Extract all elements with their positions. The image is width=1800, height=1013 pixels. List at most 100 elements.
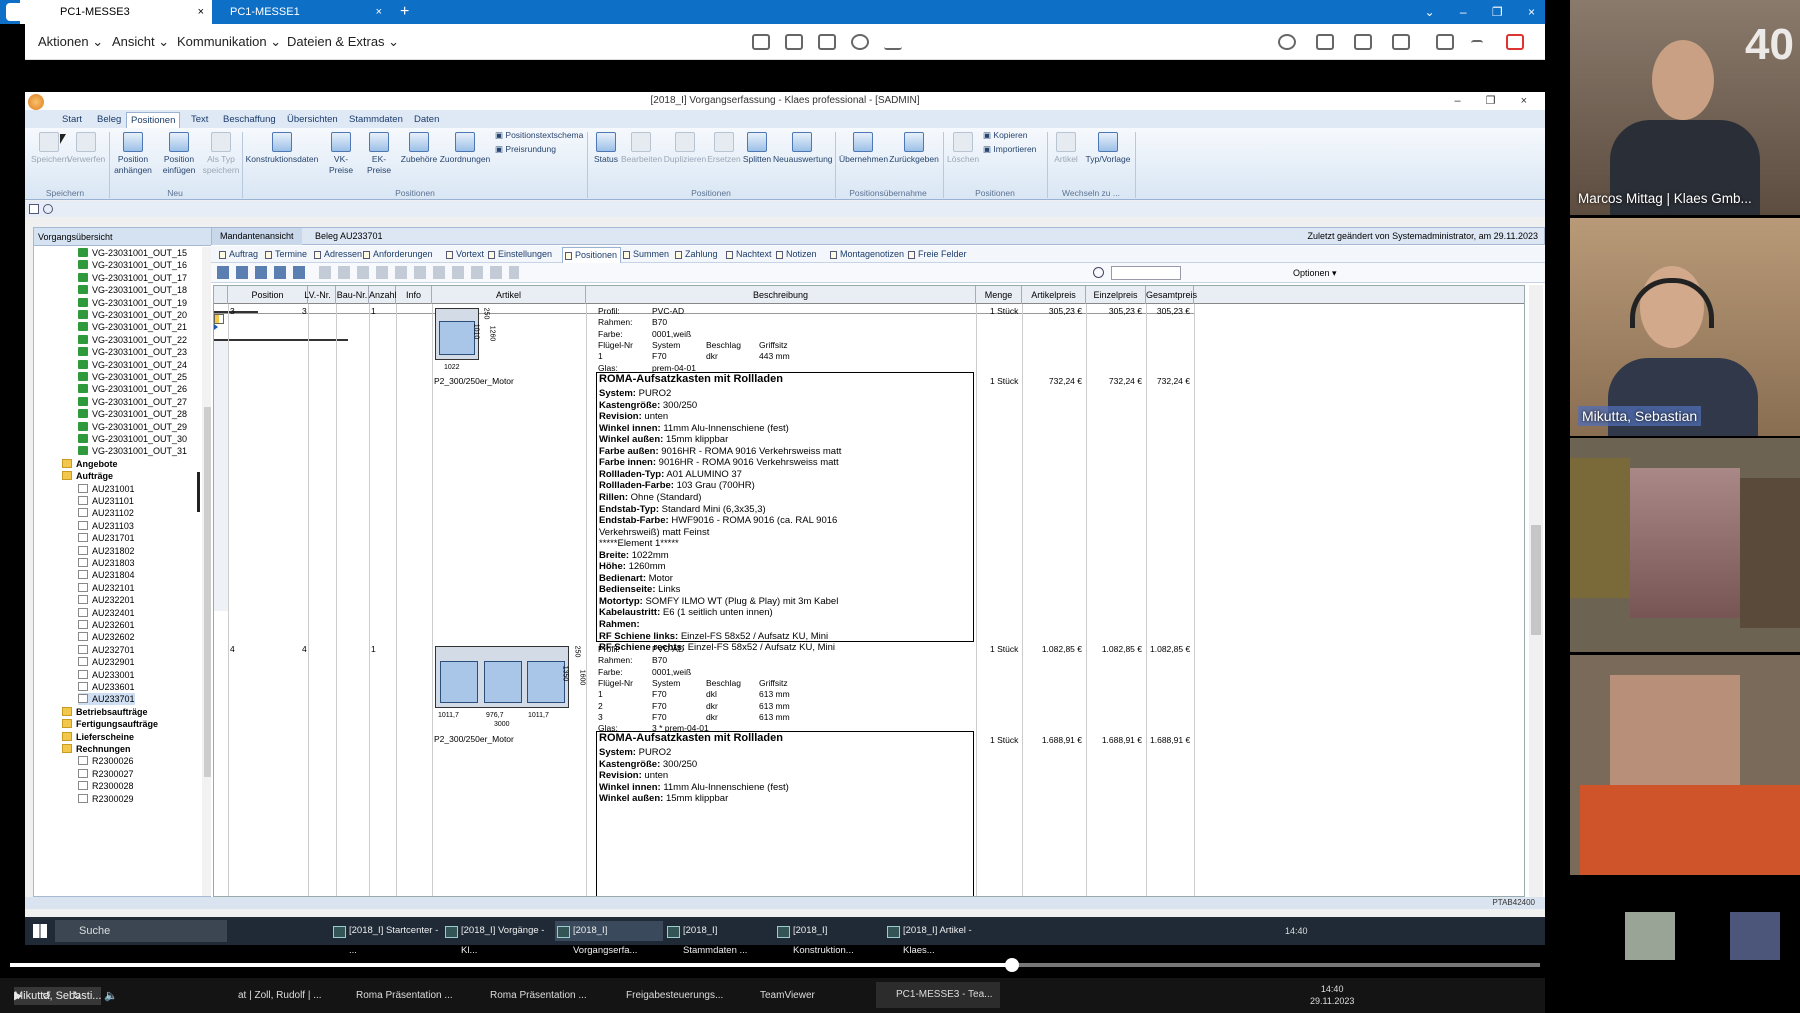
subtab-nachtext[interactable]: Nachtext [724,247,775,262]
tree-item[interactable]: AU232201 [78,594,135,606]
loeschen-button[interactable]: Löschen [947,132,979,165]
ribbon-tab-start[interactable]: Start [58,112,86,128]
verwerfen-button[interactable]: Verwerfen [67,132,105,165]
tree-item[interactable]: Rechnungen [62,743,131,755]
tree-item[interactable]: AU231103 [78,520,134,532]
kopieren-button[interactable]: ▣ Kopieren [983,130,1043,141]
dashboard-icon[interactable] [752,34,770,50]
subtab-termine[interactable]: Termine [263,247,310,262]
description-box[interactable]: ROMA-Aufsatzkasten mit Rollladen System: … [596,372,974,653]
tree-item[interactable]: AU231804 [78,569,135,581]
grid-header-cell[interactable]: Einzelpreis [1086,286,1146,304]
tree-item[interactable]: VG-23031001_OUT_20 [78,309,187,321]
grid-header-cell[interactable]: Info [396,286,432,304]
splitten-button[interactable]: Splitten [741,132,773,165]
tree-item[interactable]: VG-23031001_OUT_27 [78,396,187,408]
positionstextschema-button[interactable]: ▣ Positionstextschema [495,130,585,141]
ek-preise-button[interactable]: EK-Preise [361,132,397,176]
subtab-einstellungen[interactable]: Einstellungen [486,247,555,262]
tree-item[interactable]: Fertigungsaufträge [62,718,158,730]
local-taskbar-item[interactable]: Freigabesteuerungs... [606,987,723,1005]
pane-splitter[interactable] [197,472,200,512]
tree-item[interactable]: Aufträge [62,470,113,482]
subtab-zahlung[interactable]: Zahlung [673,247,721,262]
tree-item[interactable]: VG-23031001_OUT_18 [78,284,187,296]
grid-search-input[interactable] [1111,266,1181,280]
chevron-up-icon[interactable] [1471,40,1483,46]
keyboard-icon[interactable] [785,34,803,50]
app-window-controls[interactable]: – ❐ × [1454,92,1527,110]
zurueckgeben-button[interactable]: Zurückgeben [889,132,939,165]
optionen-dropdown[interactable]: Optionen ▾ [1293,265,1337,281]
tree-item[interactable]: AU233601 [78,681,135,693]
tab-pc1-messe3[interactable]: PC1-MESSE3 × [20,0,212,24]
local-taskbar-item[interactable]: Roma Präsentation ... [470,987,587,1005]
zuordnungen-button[interactable]: Zuordnungen [439,132,491,165]
tree-item[interactable]: R2300027 [78,768,134,780]
grid-scrollbar[interactable] [1529,285,1543,897]
menu-ansicht[interactable]: Ansicht ⌄ [112,24,169,60]
screenshot-icon[interactable] [1392,34,1410,50]
bearbeiten-button[interactable]: Bearbeiten [621,132,662,165]
taskbar-search[interactable]: Suche [55,920,227,942]
taskbar-item[interactable]: [2018_I] Vorgangserfa... [555,921,663,956]
tree-item[interactable]: AU232101 [78,582,135,594]
grid-tool-icons[interactable] [217,266,307,279]
subtab-positionen[interactable]: Positionen [562,247,622,264]
participant-tile-3[interactable] [1570,438,1800,652]
neuauswertung-button[interactable]: Neuauswertung [773,132,833,165]
ribbon-tab-text[interactable]: Text [187,112,212,128]
subtab-notizen[interactable]: Notizen [774,247,820,262]
taskbar-clock[interactable]: 14:40 [1285,917,1308,945]
position-anhaengen-button[interactable]: Position anhängen [111,132,155,176]
mandantenansicht-tab[interactable]: Mandantenansicht [212,228,302,245]
local-taskbar-item[interactable]: TeamViewer [740,987,815,1005]
tree-item[interactable]: AU231802 [78,545,135,557]
subtab-vortext[interactable]: Vortext [444,247,487,262]
local-taskbar-item[interactable]: Roma Präsentation ... [336,987,453,1005]
ribbon-tab-beschaffung[interactable]: Beschaffung [219,112,280,128]
tree-item[interactable]: Lieferscheine [62,731,134,743]
ribbon-tab-daten[interactable]: Daten [410,112,443,128]
tree-item[interactable]: VG-23031001_OUT_30 [78,433,187,445]
taskbar-item[interactable]: [2018_I] Stammdaten ... [665,921,773,956]
typ-vorlage-button[interactable]: Typ/Vorlage [1083,132,1133,165]
taskbar-item[interactable]: [2018_I] Startcenter - ... [331,921,439,956]
download-icon[interactable] [884,34,902,50]
grid-header-cell[interactable]: Bau-Nr. [336,286,369,304]
tree-item[interactable]: AU231803 [78,557,135,569]
menu-dateien-extras[interactable]: Dateien & Extras ⌄ [287,24,399,60]
info-icon[interactable] [214,314,224,324]
tree-item[interactable]: AU231102 [78,507,134,519]
grid-header-cell[interactable]: Position [228,286,308,304]
grid-header-cell[interactable] [214,286,228,304]
app-logo-icon[interactable] [28,94,44,110]
tree-item[interactable]: AU231001 [78,483,135,495]
fullscreen-icon[interactable] [1436,34,1454,50]
tree-item[interactable]: R2300026 [78,755,134,767]
importieren-button[interactable]: ▣ Importieren [983,144,1047,155]
volume-icon[interactable]: 🔈 [104,987,118,1005]
subtab-adressen[interactable]: Adressen [312,247,365,262]
vk-preise-button[interactable]: VK-Preise [323,132,359,176]
tree-item[interactable]: VG-23031001_OUT_24 [78,359,187,371]
subtab-summen[interactable]: Summen [621,247,672,262]
uebernehmen-button[interactable]: Übernehmen [839,132,888,165]
menu-kommunikation[interactable]: Kommunikation ⌄ [177,24,281,60]
tree-item[interactable]: AU232701 [78,644,135,656]
participant-tile-5[interactable] [1570,906,1800,964]
grid-header-cell[interactable]: LV.-Nr. [300,286,336,304]
tree-item[interactable]: AU232601 [78,619,135,631]
taskbar-item[interactable]: [2018_I] Artikel - Klaes... [885,921,993,956]
status-button[interactable]: Status [591,132,621,165]
tree-item[interactable]: AU233701 [78,693,135,706]
whiteboard-icon[interactable] [1354,34,1372,50]
ribbon-tab-uebersichten[interactable]: Übersichten [283,112,342,128]
end-session-icon[interactable] [1506,34,1524,50]
participant-tile-2[interactable]: Mikutta, Sebastian [1570,218,1800,436]
tree-item[interactable]: VG-23031001_OUT_26 [78,383,187,395]
tree-item[interactable]: AU232602 [78,631,135,643]
subtab-auftrag[interactable]: Auftrag [217,247,261,262]
tree-item[interactable]: AU231701 [78,532,135,544]
record-icon[interactable] [851,34,869,50]
